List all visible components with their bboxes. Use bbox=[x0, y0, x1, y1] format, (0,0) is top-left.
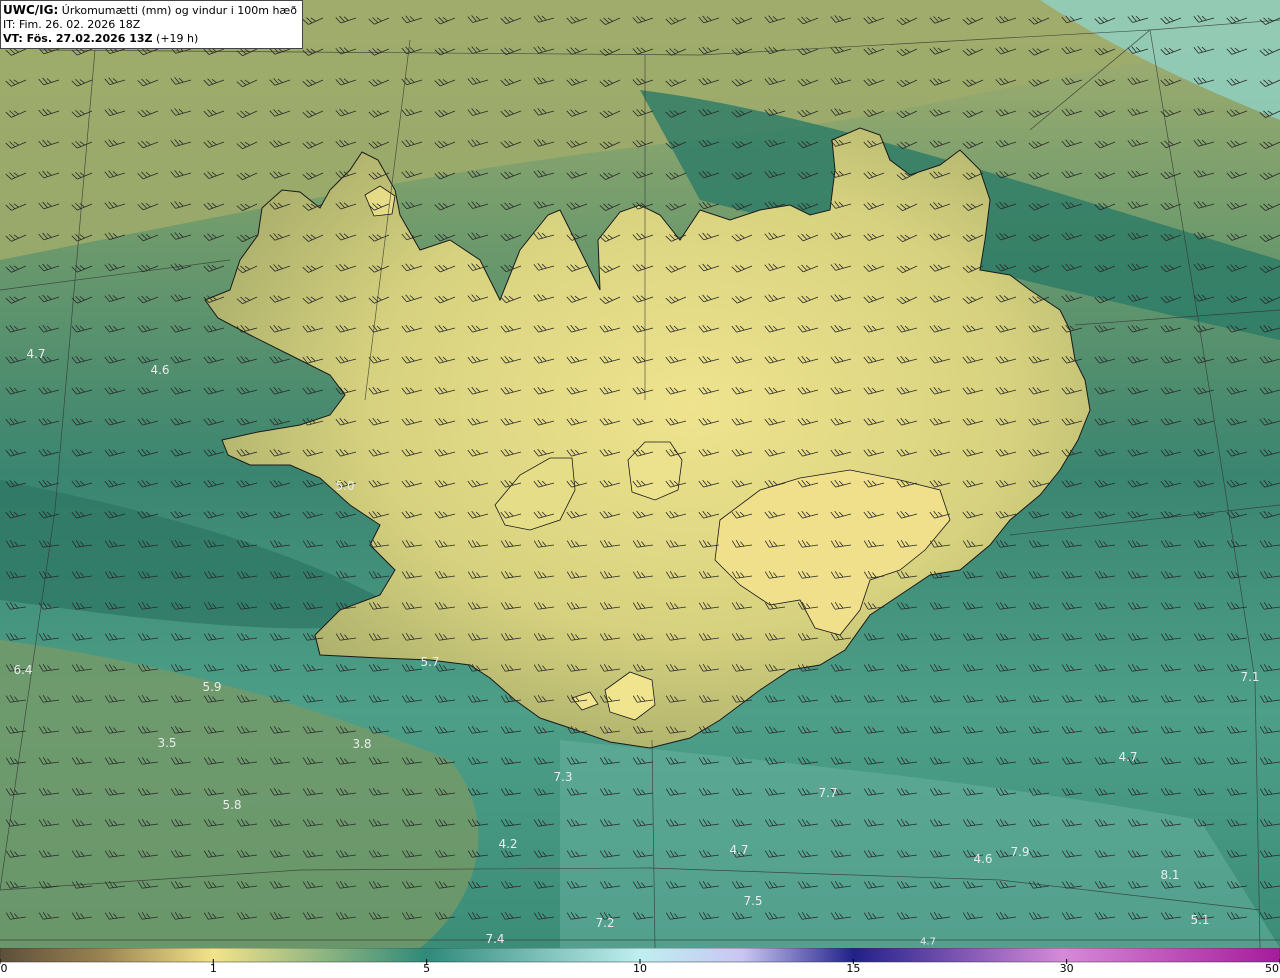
value-label: 7.1 bbox=[1240, 670, 1260, 684]
value-label: 4.7 bbox=[26, 347, 46, 361]
value-label: 5.7 bbox=[420, 655, 440, 669]
init-time: IT: Fim. 26. 02. 2026 18Z bbox=[3, 18, 141, 31]
colorbar-tick-label: 50 bbox=[1265, 962, 1279, 975]
colorbar-tick-label: 15 bbox=[846, 962, 861, 975]
colorbar-tick-label: 1 bbox=[209, 962, 217, 975]
value-label: 8.1 bbox=[1160, 868, 1180, 882]
colorbar-tick-label: 0 bbox=[0, 962, 8, 975]
value-label: 5.8 bbox=[222, 798, 242, 812]
colorbar-labels: 0 1 5 10 15 30 50 bbox=[0, 962, 1280, 978]
field-name: Úrkomumætti (mm) og vindur i 100m hæð bbox=[61, 4, 297, 17]
value-label: 5.0 bbox=[335, 479, 355, 493]
colorbar-tick-label: 30 bbox=[1059, 962, 1074, 975]
value-label: 7.4 bbox=[485, 932, 505, 946]
value-label: 7.2 bbox=[595, 916, 615, 930]
value-label: 5.9 bbox=[202, 680, 222, 694]
value-label: 4.6 bbox=[150, 363, 170, 377]
value-label: 7.9 bbox=[1010, 845, 1030, 859]
value-label: 4.7 bbox=[920, 936, 936, 948]
value-label: 4.7 bbox=[729, 843, 749, 857]
colorbar-tick-label: 10 bbox=[633, 962, 647, 975]
valid-time: VT: Fös. 27.02.2026 13Z bbox=[3, 32, 153, 45]
colorbar-tick-label: 5 bbox=[423, 962, 431, 975]
value-label: 4.7 bbox=[1118, 750, 1138, 764]
value-label: 4.2 bbox=[498, 837, 518, 851]
value-label: 7.3 bbox=[553, 770, 573, 784]
value-label: 3.5 bbox=[157, 736, 177, 750]
value-label: 7.5 bbox=[743, 894, 763, 908]
forecast-lead: (+19 h) bbox=[156, 32, 199, 45]
model-name: UWC/IG: bbox=[3, 3, 59, 17]
value-label: 4.6 bbox=[973, 852, 993, 866]
precipitation-map bbox=[0, 0, 1280, 948]
value-label: 3.8 bbox=[352, 737, 372, 751]
value-label: 7.7 bbox=[818, 786, 838, 800]
value-label: 5.1 bbox=[1190, 913, 1210, 927]
value-label: 6.4 bbox=[13, 663, 33, 677]
map-title-box: UWC/IG: Úrkomumætti (mm) og vindur i 100… bbox=[0, 0, 303, 49]
map-view: UWC/IG: Úrkomumætti (mm) og vindur i 100… bbox=[0, 0, 1280, 978]
